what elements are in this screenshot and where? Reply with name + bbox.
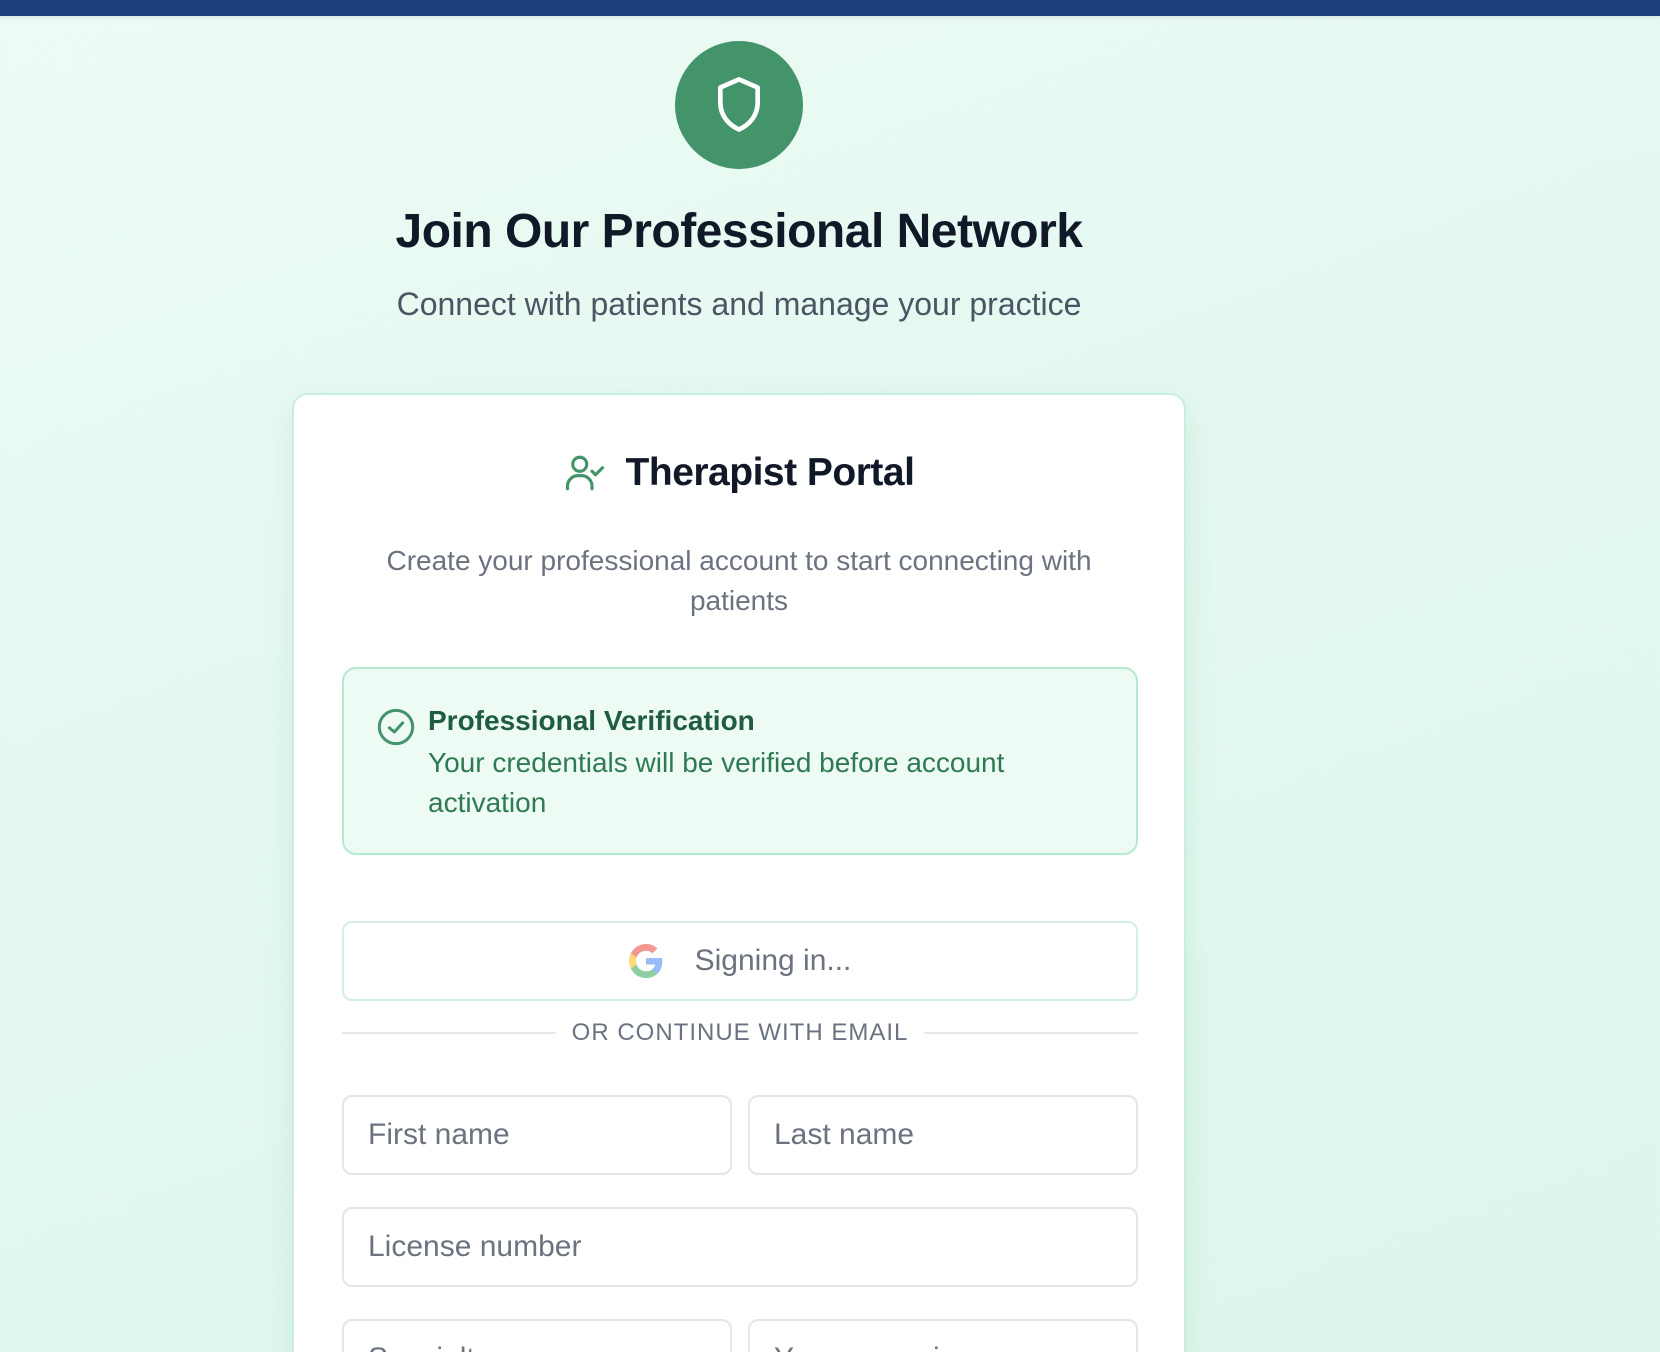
divider-line-left <box>342 1032 556 1034</box>
last-name-input[interactable] <box>748 1095 1138 1175</box>
google-icon <box>628 944 662 978</box>
first-name-input[interactable] <box>342 1095 732 1175</box>
google-button-label: Signing in... <box>694 944 852 977</box>
years-experience-input[interactable] <box>748 1319 1138 1352</box>
divider-line-right <box>924 1032 1139 1034</box>
license-number-input[interactable] <box>342 1207 1138 1287</box>
signup-card: Therapist Portal Create your professiona… <box>292 393 1186 1352</box>
verification-notice: Professional Verification Your credentia… <box>342 667 1138 855</box>
google-signin-button[interactable]: Signing in... <box>342 921 1138 1001</box>
notice-text: Your credentials will be verified before… <box>428 747 1005 818</box>
divider-label: OR CONTINUE WITH EMAIL <box>571 1019 909 1046</box>
card-title: Therapist Portal <box>625 451 915 494</box>
or-divider: OR CONTINUE WITH EMAIL <box>342 1013 1139 1053</box>
page-title: Join Our Professional Network <box>395 205 1083 258</box>
notice-title: Professional Verification <box>428 705 755 736</box>
check-circle-icon <box>377 708 415 746</box>
top-app-bar <box>0 0 1660 16</box>
card-description: Create your professional account to star… <box>386 545 1092 616</box>
card-header: Therapist Portal <box>294 451 1184 495</box>
user-check-icon <box>565 455 604 491</box>
shield-icon <box>718 77 760 132</box>
specialty-input[interactable] <box>342 1319 732 1352</box>
brand-logo <box>675 41 803 169</box>
page-subtitle: Connect with patients and manage your pr… <box>396 286 1082 322</box>
